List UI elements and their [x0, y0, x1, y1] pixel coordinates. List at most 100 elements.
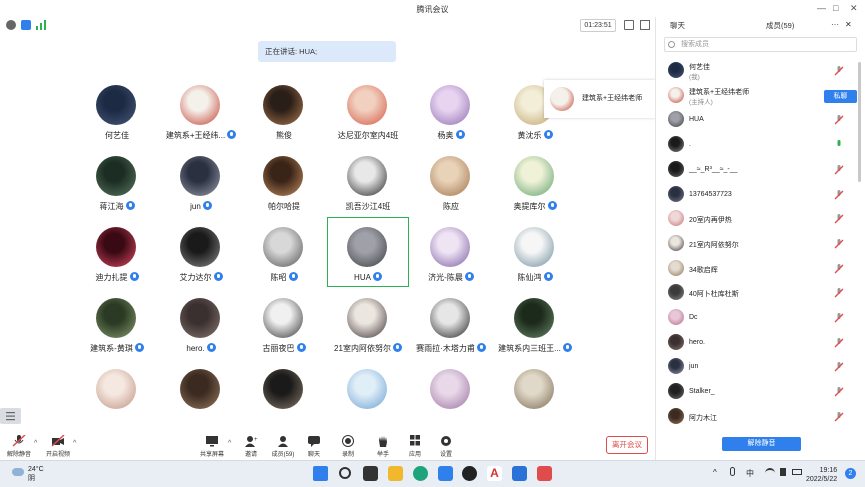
close-button[interactable]: ✕ [850, 3, 858, 13]
tray-microphone-icon[interactable] [730, 467, 735, 476]
video-options-chevron-icon[interactable]: ^ [73, 440, 76, 447]
search-taskbar-icon[interactable] [339, 467, 351, 479]
fullscreen-icon[interactable] [624, 20, 634, 30]
record-button[interactable]: 录制 [330, 435, 366, 458]
photos-icon[interactable] [512, 466, 527, 481]
participant-tile[interactable] [243, 359, 325, 429]
participant-tile[interactable]: hero. [160, 288, 242, 358]
sidebar-toggle-button[interactable] [0, 408, 21, 424]
private-chat-button[interactable]: 私聊 [824, 89, 857, 103]
invite-button[interactable]: + 邀请 [233, 435, 269, 458]
microphone-muted-icon[interactable] [834, 387, 844, 397]
maximize-button[interactable]: □ [833, 3, 838, 13]
wps-icon[interactable] [537, 466, 552, 481]
member-row[interactable]: 20室内再伊热 [656, 207, 865, 231]
microphone-muted-icon[interactable] [834, 189, 844, 200]
participant-tile[interactable]: 建筑系-黄琪 [76, 288, 158, 358]
member-row[interactable]: Dc [656, 306, 865, 330]
notification-badge[interactable]: 2 [845, 468, 856, 479]
share-options-chevron-icon[interactable]: ^ [228, 440, 231, 447]
minimize-button[interactable]: — [817, 3, 826, 13]
member-row[interactable]: HUA [656, 108, 865, 132]
ime-indicator[interactable]: 中 [746, 468, 754, 479]
layout-icon[interactable] [640, 20, 650, 30]
tab-members[interactable]: 成员(59) [766, 20, 794, 31]
wifi-icon[interactable] [765, 468, 775, 476]
unmute-all-button[interactable]: 解除静音 [722, 437, 801, 451]
member-row[interactable]: . [656, 133, 865, 157]
tab-chat[interactable]: 聊天 [670, 20, 685, 31]
participant-tile[interactable]: 古丽夜巴 [243, 288, 325, 358]
participant-tile[interactable]: 陈仙鸿 [494, 217, 576, 287]
file-explorer-icon[interactable] [388, 466, 403, 481]
participant-tile[interactable]: 艾力达尔 [160, 217, 242, 287]
participant-tile[interactable]: 赛雨拉·木塔力甫 [410, 288, 492, 358]
microphone-on-icon[interactable] [834, 140, 844, 150]
participant-tile[interactable]: 陈应 [410, 146, 492, 216]
participant-tile[interactable] [76, 359, 158, 429]
microphone-muted-icon[interactable] [834, 288, 844, 298]
microphone-muted-icon[interactable] [834, 115, 844, 125]
raise-hand-button[interactable]: 举手 [365, 435, 401, 458]
dell-icon[interactable] [462, 466, 477, 481]
microphone-muted-icon[interactable] [834, 164, 844, 175]
participant-tile[interactable] [160, 359, 242, 429]
microphone-muted-icon[interactable] [834, 214, 844, 224]
participant-tile[interactable] [327, 359, 409, 429]
member-row[interactable]: 何艺佳 (我) [656, 59, 865, 83]
member-row[interactable]: hero. [656, 331, 865, 355]
member-row[interactable]: 21室内阿依努尔 [656, 232, 865, 256]
member-search-input[interactable]: 搜索成员 [664, 37, 857, 52]
member-row[interactable]: 34歌启辉 [656, 257, 865, 281]
participant-tile[interactable]: 奥提库尔 [494, 146, 576, 216]
participant-tile[interactable]: 陈昭 [243, 217, 325, 287]
member-row[interactable]: Stalker_ [656, 380, 865, 404]
volume-icon[interactable] [780, 468, 786, 476]
participant-tile[interactable]: 蒋江海 [76, 146, 158, 216]
microphone-muted-icon[interactable] [834, 66, 844, 76]
participant-tile[interactable] [410, 359, 492, 429]
acrobat-icon[interactable]: A [487, 466, 502, 481]
member-list-scrollbar[interactable] [858, 62, 861, 182]
participant-tile[interactable]: 杨奥 [410, 75, 492, 145]
battery-icon[interactable] [792, 469, 802, 475]
microphone-muted-icon[interactable] [834, 337, 844, 348]
participant-tile[interactable]: 济光-陈晨 [410, 217, 492, 287]
leave-meeting-button[interactable]: 离开会议 [606, 436, 648, 454]
tray-chevron-icon[interactable]: ^ [713, 468, 717, 477]
participant-tile[interactable]: 熊俊 [243, 75, 325, 145]
microphone-muted-icon[interactable] [834, 411, 844, 422]
microphone-muted-icon[interactable] [834, 362, 844, 372]
participant-tile[interactable]: 达尼亚尔室内4班 [327, 75, 409, 145]
participant-tile[interactable] [494, 359, 576, 429]
participant-tile[interactable]: 帕尔哈提 [243, 146, 325, 216]
participant-tile[interactable]: 建筑系内三班王... [494, 288, 576, 358]
windows-start-icon[interactable] [313, 466, 328, 481]
mute-button[interactable]: 解除静音 [1, 435, 37, 458]
member-row[interactable]: 阿力木江 [656, 405, 865, 429]
microphone-muted-icon[interactable] [834, 313, 844, 323]
weather-widget[interactable]: 24°C 阴 [28, 465, 44, 483]
participant-tile[interactable]: jun [160, 146, 242, 216]
member-row[interactable]: 13764537723 [656, 183, 865, 207]
task-view-icon[interactable] [363, 466, 378, 481]
taskbar-clock[interactable]: 19:16 2022/5/22 [806, 466, 837, 484]
settings-button[interactable]: 设置 [428, 435, 464, 458]
member-row[interactable]: __≈_R³__≈_-__ [656, 158, 865, 182]
participant-tile[interactable]: 迪力扎提 [76, 217, 158, 287]
edge-icon[interactable] [413, 466, 428, 481]
video-button[interactable]: 开启视频 [40, 435, 76, 458]
participant-tile[interactable]: 何艺佳 [76, 75, 158, 145]
participant-tile[interactable]: 凯吾沙江4班 [327, 146, 409, 216]
mute-options-chevron-icon[interactable]: ^ [34, 440, 37, 447]
member-row[interactable]: 40阿卜杜库杜斯 [656, 281, 865, 305]
microphone-muted-icon[interactable] [834, 263, 844, 274]
more-options-icon[interactable]: ··· [831, 20, 839, 29]
microphone-muted-icon[interactable] [834, 238, 844, 249]
participant-tile[interactable]: 建筑系+王经纬... [160, 75, 242, 145]
store-icon[interactable] [438, 466, 453, 481]
share-screen-button[interactable]: 共享屏幕 [194, 435, 230, 458]
chat-button[interactable]: 聊天 [296, 435, 332, 458]
shield-icon[interactable] [21, 20, 31, 30]
weather-icon[interactable] [12, 468, 24, 476]
